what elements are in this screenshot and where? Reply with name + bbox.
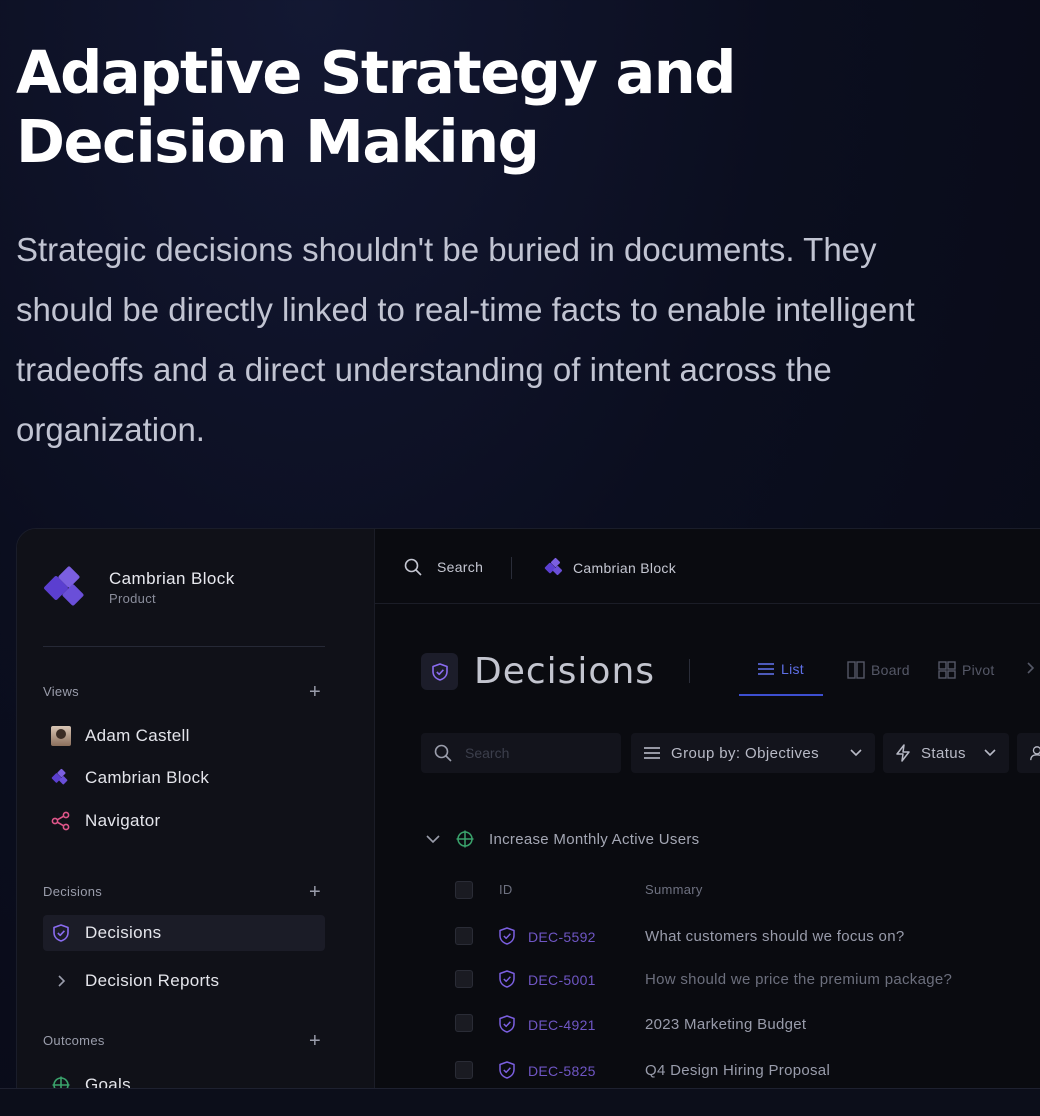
- bottom-bar: [0, 1089, 1040, 1116]
- divider: [43, 646, 325, 647]
- topbar: Search Cambrian Block: [375, 529, 1040, 604]
- tab-list[interactable]: List: [757, 661, 804, 677]
- topbar-search[interactable]: Search: [403, 557, 483, 577]
- shield-check-icon: [499, 1015, 515, 1033]
- chevron-right-icon: [51, 971, 71, 991]
- column-header-summary[interactable]: Summary: [645, 882, 703, 897]
- sidebar-item-label: Cambrian Block: [85, 768, 210, 787]
- board-icon: [847, 661, 865, 679]
- add-view-button[interactable]: +: [309, 682, 321, 702]
- chevron-down-icon: [850, 749, 862, 757]
- status-filter-label: Status: [921, 744, 966, 762]
- shield-check-icon: [421, 653, 458, 690]
- assignee-filter-dropdown[interactable]: [1017, 733, 1040, 773]
- row-summary[interactable]: 2023 Marketing Budget: [645, 1016, 806, 1033]
- chevron-down-icon[interactable]: [425, 833, 441, 845]
- sidebar-item-label: Adam Castell: [85, 726, 190, 745]
- list-icon: [644, 747, 660, 759]
- workspace-subtitle: Product: [109, 591, 156, 606]
- shield-check-icon: [51, 923, 71, 943]
- cambrian-logo-icon: [544, 557, 563, 576]
- crosshair-icon: [456, 830, 474, 848]
- app-window: Cambrian Block Product Views + Adam Cast…: [16, 528, 1040, 1116]
- column-header-id[interactable]: ID: [499, 882, 513, 897]
- cambrian-logo-icon: [51, 768, 71, 788]
- shield-check-icon: [499, 927, 515, 945]
- sidebar-item-decision-reports[interactable]: Decision Reports: [43, 963, 325, 999]
- decisions-section-label: Decisions: [43, 884, 103, 899]
- search-icon: [434, 744, 452, 762]
- search-icon: [404, 558, 422, 576]
- sidebar-item-navigator[interactable]: Navigator: [43, 803, 325, 839]
- search-placeholder: Search: [465, 745, 510, 761]
- group-header[interactable]: Increase Monthly Active Users: [425, 829, 699, 849]
- workspace-logo[interactable]: [43, 565, 93, 615]
- tab-label: Pivot: [962, 662, 995, 678]
- page-title: Decisions: [474, 651, 656, 692]
- sidebar-item-adam-castell[interactable]: Adam Castell: [43, 718, 325, 754]
- chevron-down-icon: [984, 749, 996, 757]
- row-checkbox[interactable]: [455, 1061, 473, 1079]
- tab-label: Board: [871, 662, 910, 678]
- more-tabs-button[interactable]: [1025, 661, 1035, 675]
- sidebar-item-decisions[interactable]: Decisions: [43, 915, 325, 951]
- grid-icon: [938, 661, 956, 679]
- shield-check-icon: [499, 1061, 515, 1079]
- active-tab-indicator: [739, 694, 823, 696]
- row-checkbox[interactable]: [455, 1014, 473, 1032]
- shield-check-icon: [499, 970, 515, 988]
- topbar-workspace[interactable]: Cambrian Block: [543, 557, 676, 579]
- row-summary[interactable]: How should we price the premium package?: [645, 971, 952, 988]
- workspace-name[interactable]: Cambrian Block: [109, 569, 235, 589]
- outcomes-section-label: Outcomes: [43, 1033, 105, 1048]
- status-filter-dropdown[interactable]: Status: [883, 733, 1009, 773]
- cambrian-logo-icon: [44, 566, 84, 606]
- avatar: [51, 726, 71, 746]
- divider: [511, 557, 512, 579]
- hero-description: Strategic decisions shouldn't be buried …: [16, 231, 915, 448]
- sidebar-item-cambrian-block[interactable]: Cambrian Block: [43, 760, 325, 796]
- row-id[interactable]: DEC-4921: [528, 1017, 596, 1033]
- tab-board[interactable]: Board: [847, 661, 910, 679]
- hero-title: Adaptive Strategy and Decision Making: [16, 38, 737, 176]
- group-by-label: Group by: Objectives: [671, 744, 820, 762]
- chevron-right-icon: [1027, 662, 1035, 674]
- row-checkbox[interactable]: [455, 927, 473, 945]
- sidebar-item-label: Navigator: [85, 811, 161, 830]
- search-input[interactable]: Search: [421, 733, 621, 773]
- sidebar: Cambrian Block Product Views + Adam Cast…: [17, 529, 375, 1116]
- row-summary[interactable]: Q4 Design Hiring Proposal: [645, 1062, 830, 1079]
- tab-pivot[interactable]: Pivot: [938, 661, 995, 679]
- lightning-icon: [896, 744, 910, 762]
- row-id[interactable]: DEC-5825: [528, 1063, 596, 1079]
- topbar-workspace-label: Cambrian Block: [573, 560, 677, 576]
- main-content: Search Cambrian Block Decisions List Boa…: [375, 529, 1040, 1116]
- row-summary[interactable]: What customers should we focus on?: [645, 928, 905, 945]
- group-by-dropdown[interactable]: Group by: Objectives: [631, 733, 875, 773]
- sidebar-item-label: Decisions: [85, 923, 162, 942]
- page-header: Decisions: [421, 651, 655, 692]
- views-section-label: Views: [43, 684, 79, 699]
- select-all-checkbox[interactable]: [455, 881, 473, 899]
- row-checkbox[interactable]: [455, 970, 473, 988]
- row-id[interactable]: DEC-5592: [528, 929, 596, 945]
- divider: [689, 659, 690, 683]
- group-name: Increase Monthly Active Users: [489, 830, 700, 848]
- add-decision-button[interactable]: +: [309, 882, 321, 902]
- add-outcome-button[interactable]: +: [309, 1031, 321, 1051]
- sidebar-item-label: Decision Reports: [85, 971, 220, 990]
- share-nodes-icon: [51, 811, 71, 831]
- user-icon: [1030, 746, 1040, 761]
- tab-label: List: [781, 661, 804, 677]
- row-id[interactable]: DEC-5001: [528, 972, 596, 988]
- list-icon: [758, 663, 774, 675]
- topbar-search-label: Search: [437, 559, 484, 575]
